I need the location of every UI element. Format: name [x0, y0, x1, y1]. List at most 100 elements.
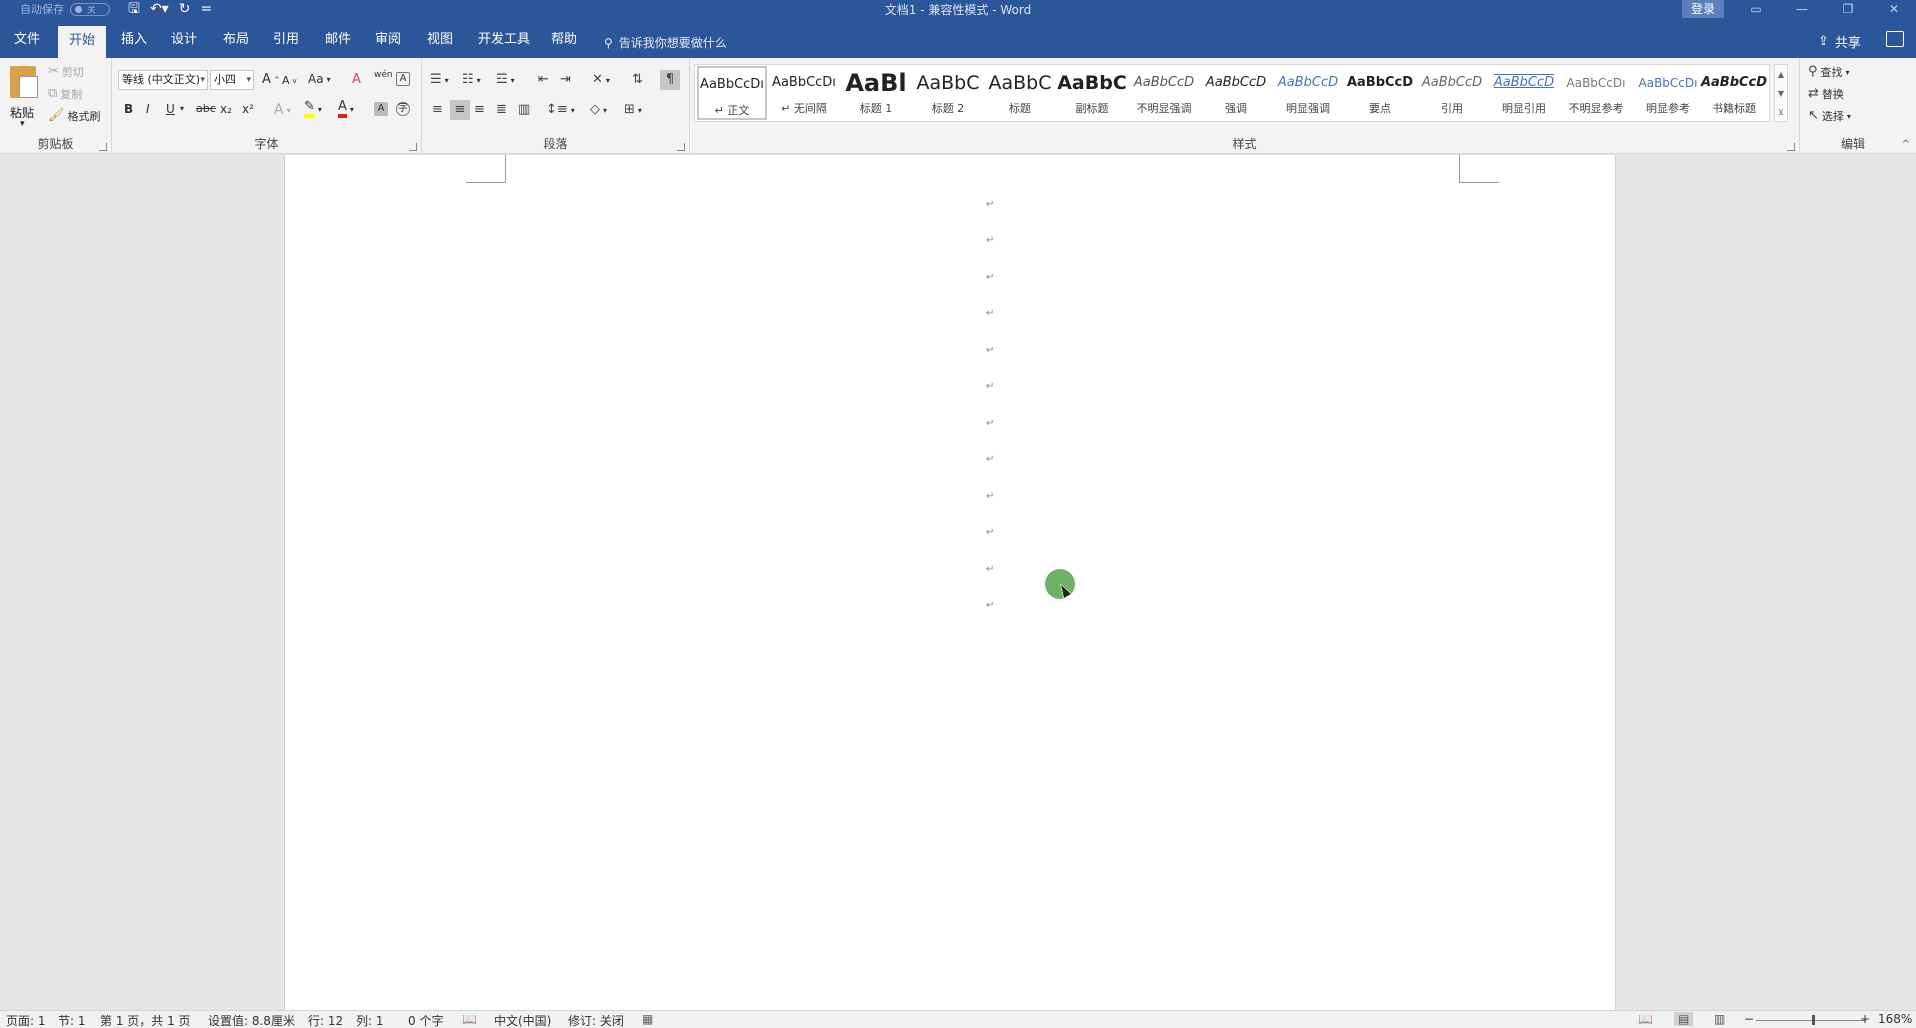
- document-page[interactable]: ↵ ↵ ↵ ↵ ↵ ↵ ↵ ↵ ↵ ↵ ↵ ↵: [284, 155, 1616, 1010]
- style-heading-2[interactable]: AaBbC 标题 2: [913, 66, 983, 120]
- comments-icon[interactable]: [1886, 31, 1904, 47]
- zoom-slider[interactable]: [1756, 1020, 1866, 1021]
- style-intense-quote[interactable]: AaBbCcD 明显引用: [1489, 66, 1559, 120]
- status-word-count[interactable]: 0 个字: [408, 1012, 443, 1028]
- status-column[interactable]: 列: 1: [356, 1012, 384, 1028]
- status-track-changes[interactable]: 修订: 关闭: [568, 1012, 624, 1028]
- align-right-button[interactable]: ≡: [474, 102, 485, 118]
- proofing-icon[interactable]: 📖: [462, 1012, 477, 1026]
- style-normal[interactable]: AaBbCcDı ↵ 正文: [697, 66, 767, 120]
- sort-button[interactable]: ⇅: [632, 72, 643, 88]
- scroll-up-icon[interactable]: ▲: [1775, 65, 1787, 84]
- grow-font-button[interactable]: A ^: [262, 72, 280, 87]
- paragraph-launcher-icon[interactable]: [677, 143, 685, 151]
- character-shading-button[interactable]: A: [374, 102, 388, 116]
- select-button[interactable]: ↖ 选择 ▾: [1808, 108, 1851, 124]
- underline-dropdown-icon[interactable]: ▾: [180, 104, 184, 113]
- style-book-title[interactable]: AaBbCcD 书籍标题: [1699, 66, 1769, 120]
- enclose-characters-button[interactable]: 字: [396, 102, 410, 116]
- print-layout-icon[interactable]: ▤: [1674, 1012, 1694, 1026]
- tab-view[interactable]: 视图: [422, 28, 458, 58]
- line-spacing-button[interactable]: ↕≡ ▾: [546, 102, 575, 118]
- italic-button[interactable]: I: [146, 102, 150, 116]
- distributed-button[interactable]: ▥: [518, 102, 530, 118]
- tab-file[interactable]: 文件: [10, 28, 44, 58]
- collapse-ribbon-icon[interactable]: ^: [1902, 139, 1910, 150]
- find-button[interactable]: ⚲ 查找 ▾: [1808, 64, 1850, 80]
- underline-button[interactable]: U: [166, 102, 175, 116]
- status-language[interactable]: 中文(中国): [494, 1012, 551, 1028]
- highlight-button[interactable]: ✎ ▾: [304, 100, 322, 118]
- read-mode-icon[interactable]: 📖: [1638, 1012, 1653, 1026]
- tell-me-search[interactable]: ⚲ 告诉我你想要做什么: [604, 34, 727, 51]
- status-page[interactable]: 页面: 1: [6, 1012, 46, 1028]
- bullets-button[interactable]: ☰ ▾: [430, 72, 449, 88]
- phonetic-guide-button[interactable]: wén: [374, 70, 393, 80]
- tab-layout[interactable]: 布局: [218, 28, 254, 58]
- font-launcher-icon[interactable]: [409, 143, 417, 151]
- multilevel-list-button[interactable]: ☲ ▾: [496, 72, 515, 88]
- tab-review[interactable]: 审阅: [370, 28, 406, 58]
- superscript-button[interactable]: x²: [242, 102, 254, 116]
- replace-button[interactable]: ⇄ 替换: [1808, 86, 1844, 102]
- shrink-font-button[interactable]: Av: [282, 74, 297, 87]
- close-icon[interactable]: ✕: [1872, 0, 1916, 18]
- style-intense-emphasis[interactable]: AaBbCcD 明显强调: [1273, 66, 1343, 120]
- status-page-count[interactable]: 第 1 页，共 1 页: [100, 1012, 191, 1028]
- restore-icon[interactable]: ❐: [1826, 0, 1870, 18]
- status-line[interactable]: 行: 12: [308, 1012, 343, 1028]
- format-painter-button[interactable]: 🖌 格式刷: [48, 108, 101, 124]
- subscript-button[interactable]: x₂: [220, 102, 232, 116]
- style-subtle-emphasis[interactable]: AaBbCcD 不明显强调: [1129, 66, 1199, 120]
- tab-insert[interactable]: 插入: [116, 28, 152, 58]
- decrease-indent-button[interactable]: ⇤: [538, 72, 549, 88]
- style-emphasis[interactable]: AaBbCcD 强调: [1201, 66, 1271, 120]
- borders-button[interactable]: ⊞ ▾: [624, 102, 642, 118]
- zoom-out-button[interactable]: −: [1744, 1012, 1754, 1026]
- paste-button[interactable]: 粘贴 ▾: [6, 62, 42, 130]
- shading-button[interactable]: ◇ ▾: [590, 102, 607, 118]
- change-case-button[interactable]: Aa ▾: [308, 72, 331, 86]
- style-subtitle[interactable]: AaBbC 副标题: [1057, 66, 1127, 120]
- zoom-level[interactable]: 168%: [1878, 1012, 1912, 1026]
- style-no-spacing[interactable]: AaBbCcDı ↵ 无间隔: [769, 66, 839, 120]
- strikethrough-button[interactable]: abc: [196, 102, 216, 115]
- login-button[interactable]: 登录: [1682, 0, 1724, 18]
- tab-references[interactable]: 引用: [268, 28, 304, 58]
- bold-button[interactable]: B: [124, 102, 133, 116]
- copy-button[interactable]: ⧉ 复制: [48, 86, 82, 102]
- more-styles-icon[interactable]: ⊻: [1775, 103, 1787, 122]
- web-layout-icon[interactable]: ▥: [1714, 1012, 1725, 1026]
- show-marks-button[interactable]: ¶: [660, 70, 680, 90]
- styles-gallery-scroll[interactable]: ▲ ▼ ⊻: [1774, 64, 1788, 122]
- numbering-button[interactable]: ☷ ▾: [462, 72, 481, 88]
- style-title[interactable]: AaBbC 标题: [985, 66, 1055, 120]
- style-strong[interactable]: AaBbCcD 要点: [1345, 66, 1415, 120]
- cut-button[interactable]: ✂ 剪切: [48, 64, 84, 80]
- align-left-button[interactable]: ≡: [432, 102, 443, 118]
- clear-formatting-icon[interactable]: A: [352, 72, 361, 87]
- tab-developer[interactable]: 开发工具: [474, 28, 534, 58]
- tab-home[interactable]: 开始: [58, 26, 106, 58]
- style-subtle-reference[interactable]: AaBbCcDı 不明显参考: [1561, 66, 1631, 120]
- chinese-layout-button[interactable]: ✕ ▾: [592, 72, 610, 88]
- minimize-icon[interactable]: —: [1780, 0, 1824, 18]
- align-center-button[interactable]: ≡: [450, 100, 470, 120]
- tab-mailings[interactable]: 邮件: [320, 28, 356, 58]
- justify-button[interactable]: ≣: [496, 102, 507, 118]
- tab-help[interactable]: 帮助: [546, 28, 582, 58]
- status-section[interactable]: 节: 1: [58, 1012, 86, 1028]
- macro-record-icon[interactable]: ▦: [642, 1012, 653, 1026]
- increase-indent-button[interactable]: ⇥: [560, 72, 571, 88]
- tab-design[interactable]: 设计: [166, 28, 202, 58]
- styles-launcher-icon[interactable]: [1787, 143, 1795, 151]
- status-position[interactable]: 设置值: 8.8厘米: [208, 1012, 295, 1028]
- scroll-down-icon[interactable]: ▼: [1775, 84, 1787, 103]
- share-button[interactable]: ⇪ 共享: [1818, 32, 1861, 51]
- style-quote[interactable]: AaBbCcD 引用: [1417, 66, 1487, 120]
- style-heading-1[interactable]: AaBl 标题 1: [841, 66, 911, 120]
- ribbon-display-options-icon[interactable]: ▭: [1734, 0, 1778, 18]
- character-border-button[interactable]: A: [396, 72, 410, 86]
- zoom-in-button[interactable]: +: [1860, 1012, 1870, 1026]
- clipboard-launcher-icon[interactable]: [99, 143, 107, 151]
